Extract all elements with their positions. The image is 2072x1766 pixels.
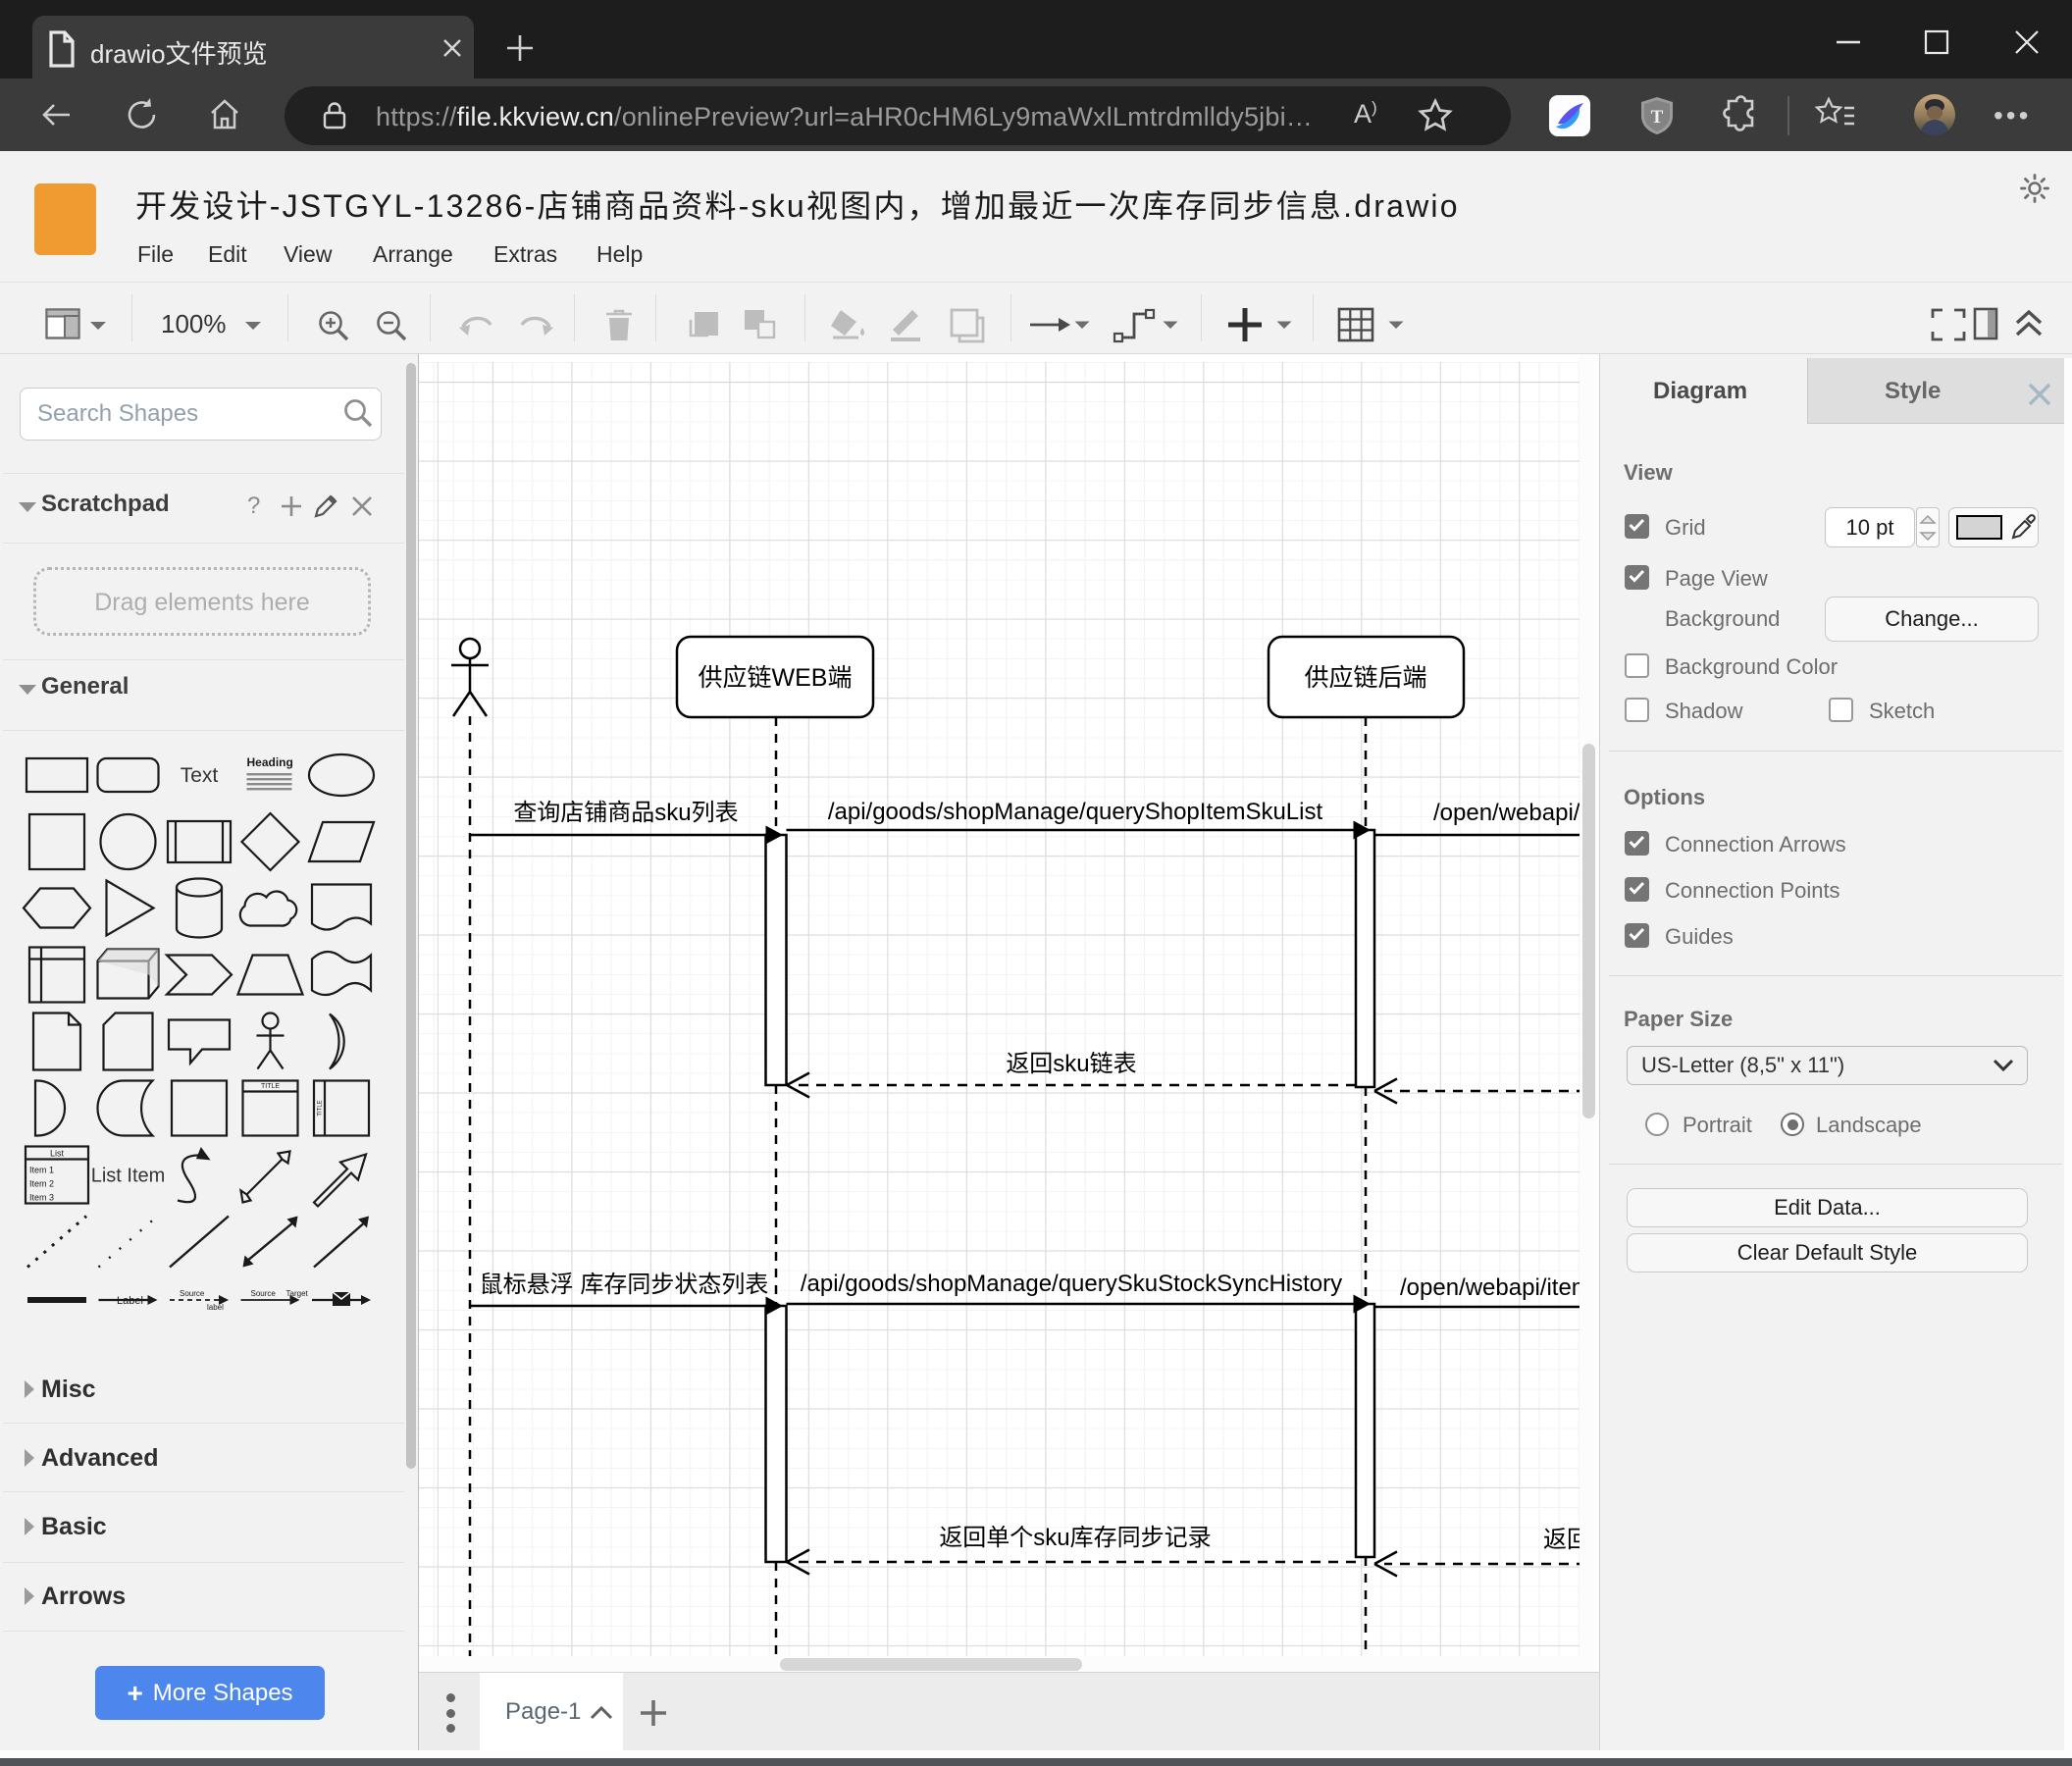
- svg-text:Item 3: Item 3: [29, 1193, 54, 1203]
- svg-text:Heading: Heading: [247, 755, 293, 769]
- svg-text:供应链WEB端: 供应链WEB端: [699, 664, 853, 692]
- svg-text:Label: Label: [117, 1295, 143, 1307]
- svg-text:/api/goods/shopManage/querySku: /api/goods/shopManage/querySkuStockSyncH…: [801, 1271, 1342, 1297]
- svg-text:TITLE: TITLE: [261, 1083, 280, 1090]
- svg-text:TITLE: TITLE: [318, 1100, 324, 1116]
- svg-text:/open/webapi/: /open/webapi/: [1433, 800, 1580, 826]
- svg-text:T: T: [1651, 107, 1664, 128]
- svg-text:Source: Source: [180, 1289, 205, 1298]
- svg-text:Source: Source: [251, 1289, 277, 1298]
- svg-text:返回单个sku库存同步记录: 返回单个sku库存同步记录: [1543, 1527, 1580, 1553]
- svg-text:查询店铺商品sku列表: 查询店铺商品sku列表: [513, 800, 738, 826]
- svg-text:List Item: List Item: [91, 1166, 166, 1187]
- svg-text:Item 1: Item 1: [29, 1166, 54, 1175]
- svg-text:/open/webapi/item: /open/webapi/item: [1400, 1274, 1580, 1301]
- svg-text:label: label: [207, 1303, 224, 1312]
- svg-text:List: List: [50, 1149, 65, 1159]
- svg-text:Text: Text: [181, 764, 219, 787]
- svg-text:Item 2: Item 2: [29, 1179, 54, 1189]
- svg-text:Target: Target: [286, 1289, 309, 1298]
- svg-text:鼠标悬浮 库存同步状态列表: 鼠标悬浮 库存同步状态列表: [480, 1272, 769, 1298]
- svg-text:/api/goods/shopManage/querySho: /api/goods/shopManage/queryShopItemSkuLi…: [828, 799, 1323, 825]
- svg-text:供应链后端: 供应链后端: [1304, 664, 1426, 692]
- svg-text:返回sku链表: 返回sku链表: [1006, 1051, 1136, 1077]
- svg-text:返回单个sku库存同步记录: 返回单个sku库存同步记录: [939, 1525, 1211, 1551]
